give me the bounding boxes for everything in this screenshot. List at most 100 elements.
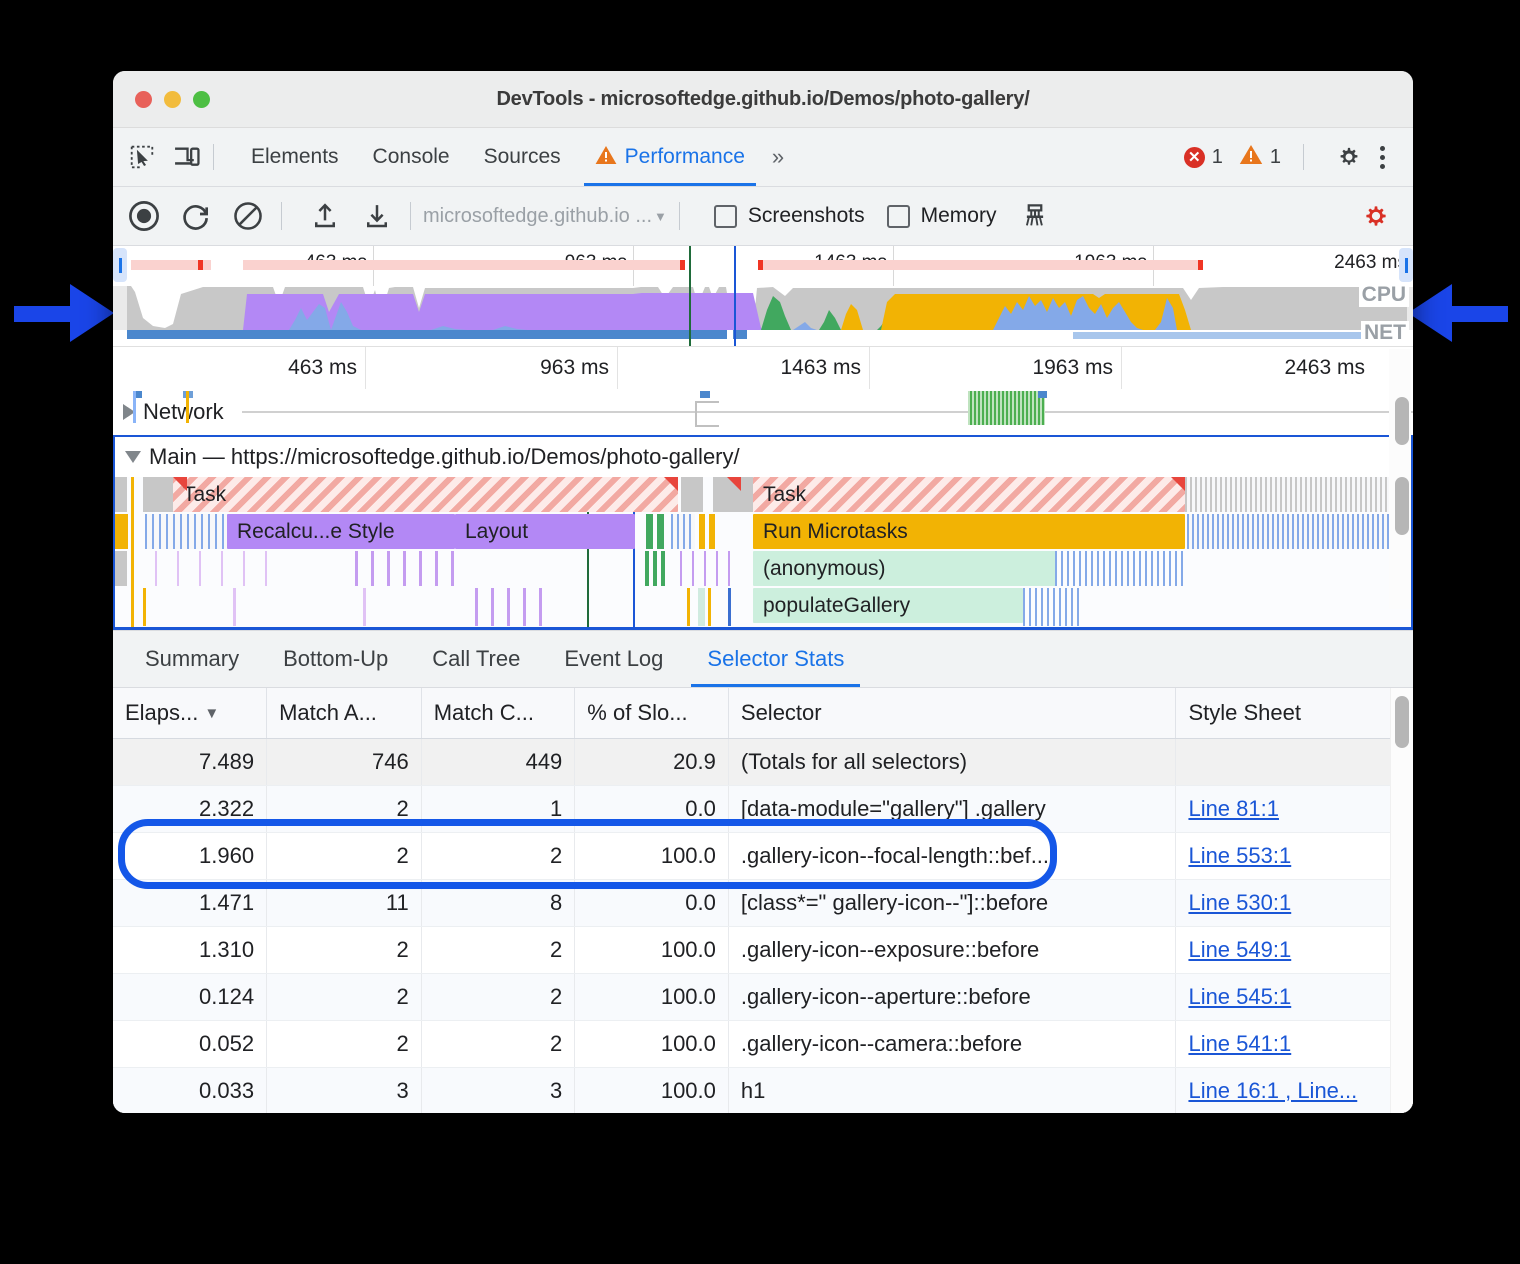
column-header-match-attempts[interactable]: Match A... [267, 688, 422, 739]
collapse-triangle-icon[interactable] [125, 451, 141, 463]
tab-sources-label: Sources [484, 145, 561, 169]
tabstrip-divider [213, 144, 214, 170]
tab-bottom-up[interactable]: Bottom-Up [261, 631, 410, 687]
table-scrollbar-thumb[interactable] [1395, 696, 1409, 748]
network-track-scrollbar[interactable] [1395, 397, 1409, 445]
flame-bar-task-1[interactable]: Task [173, 477, 678, 512]
tab-sources[interactable]: Sources [467, 128, 578, 186]
capture-settings-gear-icon[interactable] [1355, 195, 1397, 237]
collect-garbage-icon[interactable] [1014, 195, 1056, 237]
window-title: DevTools - microsoftedge.github.io/Demos… [113, 88, 1413, 111]
table-row[interactable]: 2.322 2 1 0.0 [data-module="gallery"] .g… [113, 786, 1413, 833]
inspect-element-icon[interactable] [127, 142, 157, 172]
device-toolbar-icon[interactable] [171, 142, 201, 172]
style-sheet-link[interactable]: Line 549:1 [1188, 937, 1291, 962]
sort-descending-icon: ▼ [204, 705, 219, 722]
more-tabs-icon[interactable]: » [762, 144, 794, 170]
column-header-selector[interactable]: Selector [728, 688, 1176, 739]
url-select[interactable]: microsoftedge.github.io ... ▼ [423, 205, 667, 228]
timeline-overview[interactable]: 463 ms 963 ms 1463 ms 1963 ms 2463 ms [113, 246, 1413, 347]
style-sheet-link[interactable]: Line 530:1 [1188, 890, 1291, 915]
flame-row-2: (anonymous) [115, 551, 1411, 588]
table-row[interactable]: 0.052 2 2 100.0 .gallery-icon--camera::b… [113, 1021, 1413, 1068]
tab-console[interactable]: Console [356, 128, 467, 186]
close-window-button[interactable] [135, 91, 152, 108]
long-task-marker-3 [727, 477, 741, 491]
overview-network-marker-1 [198, 260, 203, 270]
clear-button[interactable] [227, 195, 269, 237]
overview-right-resize-handle[interactable] [1399, 248, 1413, 282]
flame-bar-green-2 [657, 514, 664, 549]
table-row[interactable]: 0.124 2 2 100.0 .gallery-icon--aperture:… [113, 974, 1413, 1021]
more-options-icon[interactable] [1368, 146, 1397, 169]
record-button[interactable] [123, 195, 165, 237]
toolbar-divider-2 [410, 202, 411, 230]
cell-selector: .gallery-icon--aperture::before [728, 974, 1176, 1021]
network-request-group [968, 391, 1045, 425]
table-row[interactable]: 7.489 746 449 20.9 (Totals for all selec… [113, 739, 1413, 786]
flame-bar-run-microtasks[interactable]: Run Microtasks [753, 514, 1185, 549]
flame-chart[interactable]: Task Task [115, 477, 1411, 627]
flame-row3-ticks-b [233, 588, 236, 626]
style-sheet-link[interactable]: Line 16:1 , Line... [1188, 1078, 1357, 1103]
overview-cpu-label: CPU [1359, 283, 1409, 307]
long-task-marker-2 [664, 477, 678, 491]
table-row[interactable]: 1.471 11 8 0.0 [class*=" gallery-icon--"… [113, 880, 1413, 927]
cell-style-sheet: Line 81:1 [1176, 786, 1413, 833]
column-header-style-sheet[interactable]: Style Sheet [1176, 688, 1413, 739]
flame-task-stripes [1185, 477, 1395, 512]
record-and-reload-button[interactable] [175, 195, 217, 237]
flame-bar-recalculate-style-label: Recalcu...e Style [237, 520, 395, 544]
table-row[interactable]: 1.310 2 2 100.0 .gallery-icon--exposure:… [113, 927, 1413, 974]
cell-elapsed: 7.489 [113, 739, 267, 786]
flame-bar-yellow-left [115, 514, 128, 549]
window-controls[interactable] [135, 91, 210, 108]
main-track-scrollbar[interactable] [1395, 477, 1409, 535]
track-network-title[interactable]: Network [113, 389, 1413, 435]
overview-network-bar-2 [243, 260, 685, 270]
tab-summary[interactable]: Summary [123, 631, 261, 687]
track-network[interactable]: Network [113, 389, 1413, 435]
style-sheet-link[interactable]: Line 545:1 [1188, 984, 1291, 1009]
tab-elements[interactable]: Elements [234, 128, 356, 186]
table-row[interactable]: 0.033 3 3 100.0 h1 Line 16:1 , Line... [113, 1068, 1413, 1114]
flame-bar-anonymous[interactable]: (anonymous) [753, 551, 1103, 586]
column-header-elapsed[interactable]: Elaps...▼ [113, 688, 267, 739]
overview-left-resize-handle[interactable] [113, 248, 127, 282]
flame-bar-task-2[interactable]: Task [753, 477, 1185, 512]
column-header-pct-slow[interactable]: % of Slo... [575, 688, 729, 739]
gear-icon[interactable] [1334, 142, 1364, 172]
style-sheet-link[interactable]: Line 541:1 [1188, 1031, 1291, 1056]
warning-count-badge[interactable]: 1 [1233, 144, 1287, 171]
save-profile-icon[interactable] [356, 195, 398, 237]
flame-bar-layout[interactable]: Layout [455, 514, 635, 549]
tab-performance-label: Performance [625, 145, 745, 169]
maximize-window-button[interactable] [193, 91, 210, 108]
flame-row3-ticks-e [687, 588, 690, 626]
table-scroll-track[interactable] [1390, 688, 1413, 1113]
tab-event-log[interactable]: Event Log [542, 631, 685, 687]
style-sheet-link[interactable]: Line 81:1 [1188, 796, 1279, 821]
track-main-header[interactable]: Main — https://microsoftedge.github.io/D… [115, 437, 1411, 477]
minimize-window-button[interactable] [164, 91, 181, 108]
cell-elapsed: 0.033 [113, 1068, 267, 1114]
tab-performance[interactable]: Performance [578, 128, 762, 186]
load-profile-icon[interactable] [304, 195, 346, 237]
warning-icon [1239, 144, 1263, 171]
error-count-badge[interactable]: ✕ 1 [1178, 146, 1229, 169]
tab-call-tree[interactable]: Call Tree [410, 631, 542, 687]
right-annotation-arrow [1408, 284, 1508, 342]
table-row[interactable]: 1.960 2 2 100.0 .gallery-icon--focal-len… [113, 833, 1413, 880]
overview-cpu-chart [113, 282, 1413, 330]
cell-match-count: 8 [421, 880, 575, 927]
screenshots-checkbox[interactable]: Screenshots [714, 204, 865, 228]
column-header-match-count[interactable]: Match C... [421, 688, 575, 739]
flame-row3-ticks-a [143, 588, 146, 626]
flame-bar-recalculate-style[interactable]: Recalcu...e Style [227, 514, 455, 549]
style-sheet-link[interactable]: Line 553:1 [1188, 843, 1291, 868]
track-main-group[interactable]: Main — https://microsoftedge.github.io/D… [113, 435, 1413, 630]
tab-elements-label: Elements [251, 145, 339, 169]
memory-checkbox[interactable]: Memory [887, 204, 997, 228]
tab-selector-stats[interactable]: Selector Stats [685, 631, 866, 687]
flame-bar-populategallery[interactable]: populateGallery [753, 588, 1023, 623]
